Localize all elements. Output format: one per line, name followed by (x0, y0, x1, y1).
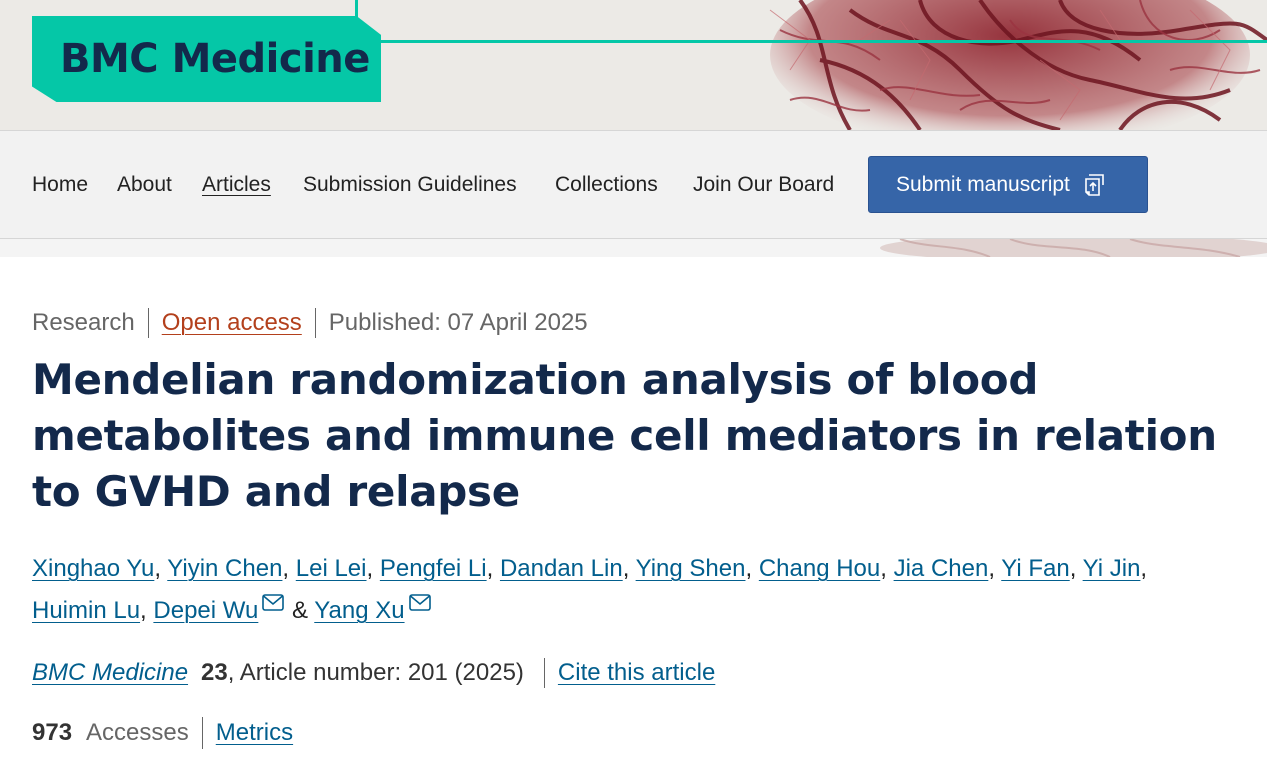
author-link[interactable]: Xinghao Yu (32, 555, 154, 582)
author-link[interactable]: Yi Fan (1001, 555, 1069, 582)
nav-submission-guidelines[interactable]: Submission Guidelines (303, 173, 517, 197)
article-meta: Research Open access Published: 07 April… (32, 308, 588, 338)
main-navigation: Home About Articles Submission Guideline… (0, 130, 1267, 239)
article-type: Research (32, 309, 135, 336)
article-title: Mendelian randomization analysis of bloo… (32, 355, 1217, 516)
citation-line: BMC Medicine 23 , Article number: 201 (2… (32, 655, 715, 691)
article-number: , Article number: 201 (2025) (227, 659, 524, 686)
hero-image-strip-art (0, 239, 1267, 257)
meta-divider (147, 308, 149, 338)
nav-about[interactable]: About (117, 173, 172, 197)
vascular-hero-image (760, 0, 1267, 130)
accesses-label: Accesses (86, 719, 189, 746)
access-metrics: 973 Accesses Metrics (32, 716, 293, 750)
volume-number: 23 (201, 659, 228, 686)
submit-manuscript-button[interactable]: Submit manuscript (868, 156, 1148, 213)
author-link[interactable]: Lei Lei (296, 555, 367, 582)
nav-collections[interactable]: Collections (555, 173, 658, 197)
nav-join-our-board[interactable]: Join Our Board (693, 173, 834, 197)
external-submit-icon (1085, 173, 1104, 196)
nav-home[interactable]: Home (32, 173, 88, 197)
author-link[interactable]: Ying Shen (636, 555, 746, 582)
author-link[interactable]: Chang Hou (759, 555, 880, 582)
metrics-link[interactable]: Metrics (216, 719, 293, 747)
published-date: Published: 07 April 2025 (328, 309, 588, 336)
author-link[interactable]: Pengfei Li (380, 555, 487, 582)
journal-logo[interactable]: BMC Medicine (32, 16, 381, 102)
cite-this-article-link[interactable]: Cite this article (558, 659, 715, 687)
submit-manuscript-label: Submit manuscript (896, 172, 1070, 196)
author-link[interactable]: Jia Chen (894, 555, 989, 582)
email-icon[interactable] (408, 592, 432, 614)
hero-image-strip (0, 239, 1267, 257)
open-access-link[interactable]: Open access (162, 309, 302, 337)
author-link[interactable]: Huimin Lu (32, 597, 140, 624)
access-divider (201, 717, 203, 749)
author-list: Xinghao Yu, Yiyin Chen, Lei Lei, Pengfei… (32, 555, 1148, 624)
nav-articles[interactable]: Articles (202, 173, 271, 197)
author-link[interactable]: Depei Wu (153, 597, 258, 624)
accesses-count: 973 (32, 719, 73, 746)
author-link[interactable]: Yiyin Chen (167, 555, 282, 582)
author-link[interactable]: Yi Jin (1083, 555, 1141, 582)
author-link[interactable]: Dandan Lin (500, 555, 623, 582)
site-header: BMC Medicine (0, 0, 1267, 130)
citation-divider (543, 658, 545, 688)
author-link[interactable]: Yang Xu (314, 597, 404, 624)
journal-logo-text: BMC Medicine (60, 36, 370, 82)
email-icon[interactable] (261, 592, 285, 614)
accent-line-horizontal (355, 40, 1267, 43)
journal-link[interactable]: BMC Medicine (32, 659, 188, 687)
meta-divider (314, 308, 316, 338)
